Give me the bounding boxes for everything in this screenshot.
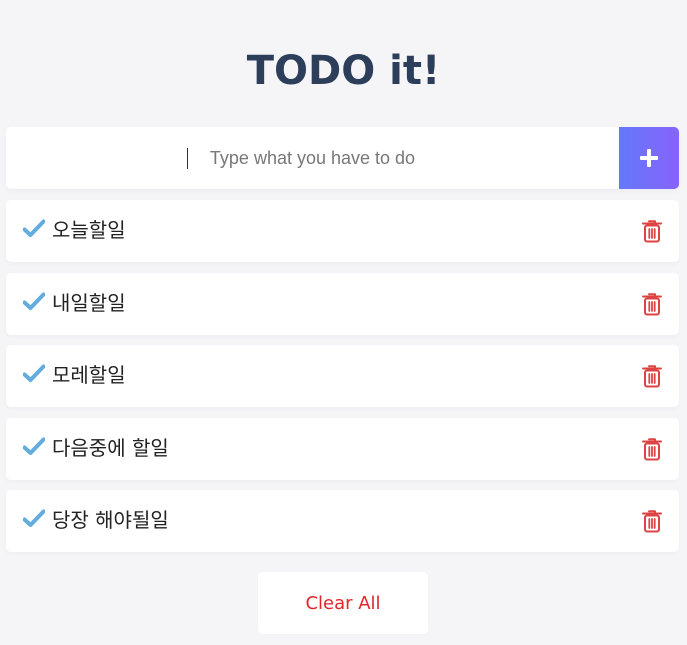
- todo-text: 모레할일: [52, 363, 126, 387]
- check-icon[interactable]: [23, 509, 45, 529]
- add-todo-button[interactable]: [619, 127, 679, 189]
- check-icon[interactable]: [23, 437, 45, 457]
- check-icon[interactable]: [23, 292, 45, 312]
- check-icon[interactable]: [23, 364, 45, 384]
- trash-icon[interactable]: [642, 365, 662, 388]
- text-cursor: [187, 148, 188, 169]
- todo-input-row: [6, 127, 679, 189]
- trash-icon[interactable]: [642, 220, 662, 243]
- page-title: TODO it!: [246, 48, 441, 94]
- plus-icon: [640, 149, 658, 167]
- trash-icon[interactable]: [642, 437, 662, 461]
- todo-text: 다음중에 할일: [52, 435, 169, 460]
- trash-icon[interactable]: [642, 292, 662, 316]
- todo-text: 당장 해야될일: [52, 508, 169, 532]
- todo-item: 당장 해야될일: [6, 490, 679, 552]
- todo-item: 다음중에 할일: [6, 417, 679, 480]
- todo-app: TODO it! 오늘할일 내일할일: [0, 0, 687, 645]
- todo-input[interactable]: [6, 127, 619, 189]
- todo-text: 내일할일: [52, 290, 126, 315]
- todo-text: 오늘할일: [52, 218, 126, 242]
- check-icon[interactable]: [23, 219, 45, 239]
- todo-list: 오늘할일 내일할일 모레할일 다음중에 할일 당장 해야될일: [6, 200, 679, 563]
- todo-item: 모레할일: [6, 345, 679, 407]
- todo-item: 오늘할일: [6, 200, 679, 262]
- trash-icon[interactable]: [642, 510, 662, 533]
- clear-all-button[interactable]: Clear All: [258, 572, 428, 634]
- todo-item: 내일할일: [6, 272, 679, 335]
